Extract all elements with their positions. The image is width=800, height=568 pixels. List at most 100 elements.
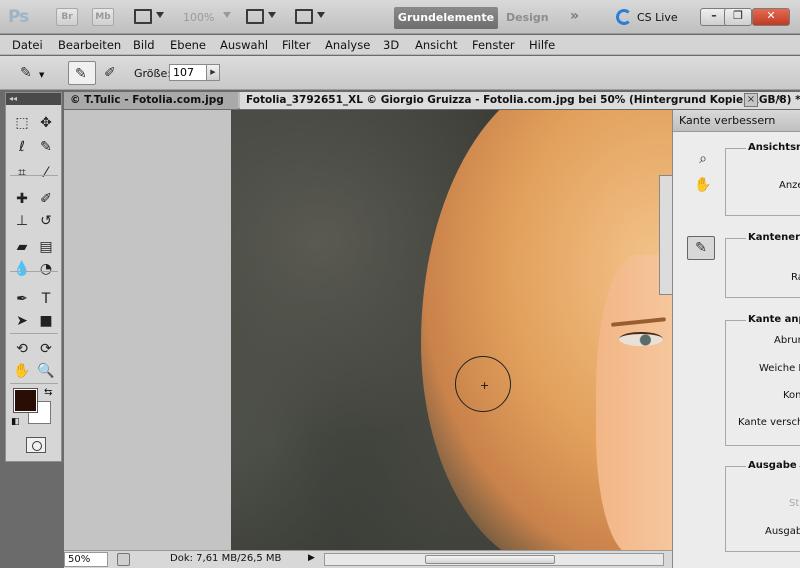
menu-auswahl[interactable]: Auswahl (220, 38, 268, 52)
gradient-icon[interactable]: ▤ (36, 237, 56, 257)
tool-divider (10, 333, 58, 334)
workspace-grundelemente-button[interactable]: Grundelemente (394, 7, 498, 29)
brush-crosshair-icon: + (480, 379, 490, 392)
quick-mask-button[interactable] (26, 437, 46, 453)
cs-live-button[interactable]: CS Live (637, 11, 678, 24)
tab-tulic-document[interactable]: © T.Tulic - Fotolia.com.jpg (64, 92, 238, 109)
bridge-button[interactable]: Br (56, 8, 78, 26)
foreground-color-swatch[interactable] (13, 388, 38, 413)
output-group (725, 466, 800, 552)
dodge-icon[interactable]: ◔ (36, 259, 56, 279)
menu-analyse[interactable]: Analyse (325, 38, 370, 52)
zoom-tool-icon[interactable]: ⌕ (689, 148, 717, 172)
mini-bridge-button[interactable]: Mb (92, 8, 114, 26)
size-input[interactable] (169, 64, 207, 81)
view-label: Anze (779, 180, 800, 191)
crop-icon[interactable]: ⌗ (12, 163, 32, 183)
menu-bar: Datei Bearbeiten Bild Ebene Auswahl Filt… (0, 35, 800, 55)
erase-refinements-icon: ✐ (104, 65, 116, 81)
face-image-region (596, 255, 672, 550)
view-extras-caret-icon[interactable] (156, 12, 164, 18)
eye-image-region (619, 332, 663, 346)
size-slider-arrow-icon[interactable]: ▶ (206, 64, 220, 81)
scrollbar-thumb[interactable] (425, 555, 555, 564)
shape-icon[interactable]: ■ (36, 311, 56, 331)
pen-icon[interactable]: ✒ (12, 289, 32, 309)
menu-3d[interactable]: 3D (383, 38, 399, 52)
document-tab-bar: © T.Tulic - Fotolia.com.jpg Fotolia_3792… (64, 92, 800, 109)
close-window-button[interactable]: ✕ (752, 8, 790, 26)
default-colors-icon[interactable]: ◧ (11, 417, 20, 427)
tab-fotolia-document[interactable]: Fotolia_3792651_XL © Giorgio Gruizza - F… (240, 92, 800, 109)
radius-label: Ra (791, 272, 800, 283)
document-canvas[interactable]: + (231, 110, 672, 550)
hand-icon[interactable]: ✋ (12, 361, 32, 381)
zoom-icon[interactable]: 🔍 (36, 361, 56, 381)
menu-bild[interactable]: Bild (133, 38, 155, 52)
status-menu-arrow-icon[interactable]: ▶ (308, 553, 315, 563)
tools-panel-collapse-icon[interactable]: ◂◂ (6, 93, 61, 105)
clone-stamp-icon[interactable]: ⊥ (12, 211, 32, 231)
swap-colors-icon[interactable]: ⇆ (44, 387, 52, 398)
shift-edge-label: Kante versch (738, 417, 800, 428)
screen-mode-caret-icon[interactable] (317, 12, 325, 18)
zoom-caret-icon[interactable] (223, 12, 231, 18)
arrange-documents-icon[interactable] (246, 9, 264, 24)
healing-brush-icon[interactable]: ✚ (12, 189, 32, 209)
document-size-info: Dok: 7,61 MB/26,5 MB (170, 553, 282, 564)
tool-divider (10, 383, 58, 384)
cs-live-icon[interactable] (616, 9, 632, 25)
more-tabs-icon[interactable]: » (776, 93, 782, 104)
horizontal-scrollbar[interactable] (324, 553, 664, 566)
rectangle-marquee-icon[interactable]: ⬚ (12, 113, 32, 133)
workspace-more-icon[interactable]: » (570, 8, 579, 24)
menu-fenster[interactable]: Fenster (472, 38, 515, 52)
photoshop-logo: Ps (8, 7, 29, 27)
zoom-field[interactable]: 50% (64, 552, 108, 567)
3d-rotate-icon[interactable]: ⟲ (12, 339, 32, 359)
eraser-icon[interactable]: ▰ (12, 237, 32, 257)
refine-radius-icon: ✎ (75, 66, 87, 82)
edge-detection-group-title: Kantenerke (746, 232, 800, 243)
pasteboard-area (64, 110, 231, 550)
path-selection-icon[interactable]: ➤ (12, 311, 32, 331)
type-icon[interactable]: T (36, 289, 56, 309)
menu-datei[interactable]: Datei (12, 38, 43, 52)
tool-preset-picker[interactable]: ✎ ▼ (14, 61, 45, 85)
move-tool-icon[interactable]: ✥ (36, 113, 56, 133)
edge-detection-group (725, 238, 800, 298)
chevron-down-icon: ▼ (39, 71, 45, 79)
screen-mode-icon[interactable] (295, 9, 313, 24)
status-settings-icon[interactable] (117, 553, 130, 566)
close-tab-button[interactable]: × (744, 93, 758, 107)
brush-icon[interactable]: ✐ (36, 189, 56, 209)
zoom-level-label[interactable]: 100% (183, 11, 214, 24)
feather-label: Weiche K (759, 363, 800, 374)
refine-radius-tool-button[interactable]: ✎ (68, 61, 96, 85)
refine-edge-dialog: Kante verbessern ⌕ ✋ ✎ Ansichtsmo Anze K… (672, 110, 800, 568)
3d-orbit-icon[interactable]: ⟳ (36, 339, 56, 359)
status-bar: 50% Dok: 7,61 MB/26,5 MB ▶ (64, 550, 672, 568)
arrange-caret-icon[interactable] (268, 12, 276, 18)
view-extras-icon[interactable] (134, 9, 152, 24)
blur-icon[interactable]: 💧 (12, 259, 32, 279)
menu-filter[interactable]: Filter (282, 38, 310, 52)
refine-radius-brush-button[interactable]: ✎ (687, 236, 715, 260)
erase-refinements-tool-button[interactable]: ✐ (98, 61, 126, 85)
menu-ansicht[interactable]: Ansicht (415, 38, 457, 52)
output-to-label: Ausgab (765, 526, 800, 537)
restore-button[interactable]: ❐ (724, 8, 752, 26)
hand-tool-icon[interactable]: ✋ (689, 174, 717, 198)
lasso-icon[interactable]: ℓ (12, 137, 32, 157)
quick-selection-icon[interactable]: ✎ (36, 137, 56, 157)
dialog-title: Kante verbessern (673, 110, 800, 132)
menu-ebene[interactable]: Ebene (170, 38, 206, 52)
menu-bearbeiten[interactable]: Bearbeiten (58, 38, 121, 52)
contrast-label: Kon (783, 390, 800, 401)
workspace-design-button[interactable]: Design (506, 11, 549, 24)
view-mode-group-title: Ansichtsmo (746, 142, 800, 153)
eyedropper-icon[interactable]: ⁄ (36, 163, 56, 183)
menu-hilfe[interactable]: Hilfe (529, 38, 555, 52)
application-bar: Ps Br Mb 100% Grundelemente Design » CS … (0, 0, 800, 34)
history-brush-icon[interactable]: ↺ (36, 211, 56, 231)
